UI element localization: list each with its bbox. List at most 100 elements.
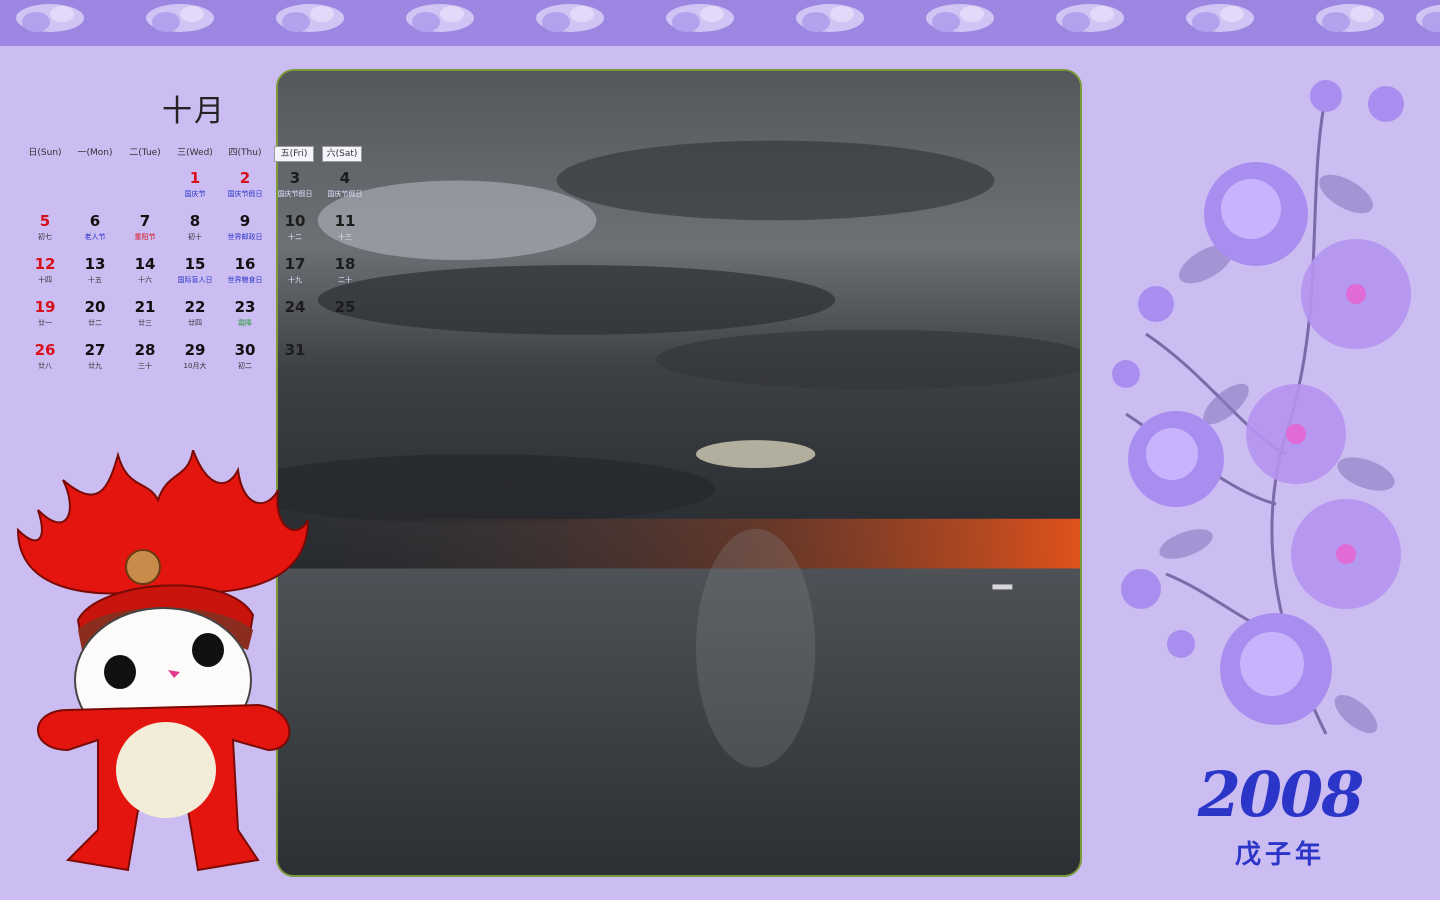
- day-number: 9: [239, 212, 251, 230]
- day-subtitle: 国际盲人日: [177, 276, 213, 284]
- day-subtitle: 初二: [238, 362, 252, 370]
- day-number: 19: [34, 298, 56, 316]
- day-number: 29: [184, 341, 206, 359]
- day-subtitle: 初十: [188, 233, 202, 241]
- day-number: 22: [184, 298, 206, 316]
- day-number: 12: [34, 255, 56, 273]
- calendar-day-cell[interactable]: 21 廿三: [120, 291, 170, 334]
- calendar-week-row: 12 十四 13 十五 14 十六 15 国际盲人日 16 世界粮食日 17 十九 18 二十: [20, 248, 370, 291]
- day-number: 3: [289, 169, 301, 187]
- day-number: 5: [39, 212, 51, 230]
- day-number: 26: [34, 341, 56, 359]
- day-number: 11: [334, 212, 356, 230]
- day-subtitle: 十五: [88, 276, 102, 284]
- calendar-day-cell[interactable]: 16 世界粮食日: [220, 248, 270, 291]
- calendar-day-cell[interactable]: 8 初十: [170, 205, 220, 248]
- calendar-day-cell[interactable]: 11 十三: [320, 205, 370, 248]
- day-number: 14: [134, 255, 156, 273]
- weekday-label: 五(Fri): [274, 146, 314, 162]
- calendar-day-cell[interactable]: 23 霜降: [220, 291, 270, 334]
- day-number: 28: [134, 341, 156, 359]
- day-subtitle: 国庆节假日: [277, 190, 313, 198]
- calendar-day-cell[interactable]: 7 重阳节: [120, 205, 170, 248]
- day-number: 8: [189, 212, 201, 230]
- calendar-week-row: 19 廿一 20 廿二 21 廿三 22 廿四 23 霜降 24 25: [20, 291, 370, 334]
- day-subtitle: 初七: [38, 233, 52, 241]
- month-title: 十月: [162, 94, 226, 129]
- day-number: 2: [239, 169, 251, 187]
- day-number: 10: [284, 212, 306, 230]
- day-number: 25: [334, 298, 356, 316]
- calendar-day-cell[interactable]: 18 二十: [320, 248, 370, 291]
- day-subtitle: 廿九: [88, 362, 102, 370]
- weekday-header: 日(Sun) 一(Mon) 二(Tue) 三(Wed) 四(Thu) 五(Fri…: [20, 146, 370, 162]
- calendar-day-cell: [20, 162, 70, 205]
- day-subtitle: 廿二: [88, 319, 102, 327]
- day-number: 27: [84, 341, 106, 359]
- weekday-label: 日(Sun): [28, 148, 62, 158]
- weekday-label: 二(Tue): [129, 148, 161, 158]
- calendar-grid: 日(Sun) 一(Mon) 二(Tue) 三(Wed) 四(Thu) 五(Fri…: [20, 146, 370, 377]
- calendar-day-cell[interactable]: 29 10月大: [170, 334, 220, 377]
- calendar-day-cell[interactable]: 19 廿一: [20, 291, 70, 334]
- calendar-day-cell: [120, 162, 170, 205]
- day-number: 15: [184, 255, 206, 273]
- calendar-day-cell[interactable]: 30 初二: [220, 334, 270, 377]
- day-number: 18: [334, 255, 356, 273]
- day-subtitle: 廿八: [38, 362, 52, 370]
- calendar-day-cell[interactable]: 22 廿四: [170, 291, 220, 334]
- calendar-day-cell[interactable]: 12 十四: [20, 248, 70, 291]
- day-subtitle: 二十: [338, 276, 352, 284]
- day-number: 24: [284, 298, 306, 316]
- calendar-day-cell[interactable]: 1 国庆节: [170, 162, 220, 205]
- calendar-day-cell[interactable]: 9 世界邮政日: [220, 205, 270, 248]
- calendar-day-cell[interactable]: 26 廿八: [20, 334, 70, 377]
- day-number: 31: [284, 341, 306, 359]
- calendar-day-cell[interactable]: 17 十九: [270, 248, 320, 291]
- day-subtitle: 三十: [138, 362, 152, 370]
- weekday-label: 一(Mon): [77, 148, 113, 158]
- calendar-body: 1 国庆节 2 国庆节假日 3 国庆节假日 4 国庆节假日 5 初七 6 老人节 7 重阳节 8 初十 9 世界邮…: [20, 162, 370, 377]
- day-number: 1: [189, 169, 201, 187]
- year-logo: 2008: [1197, 758, 1365, 831]
- day-subtitle: 国庆节: [184, 190, 206, 198]
- day-number: 7: [139, 212, 151, 230]
- calendar-day-cell[interactable]: 14 十六: [120, 248, 170, 291]
- stormy-sea-photo: [276, 69, 1082, 877]
- purple-flowers-icon: [1112, 80, 1411, 735]
- calendar-day-cell[interactable]: 24: [270, 291, 320, 334]
- day-subtitle: 世界邮政日: [227, 233, 263, 241]
- day-subtitle: 霜降: [238, 319, 252, 327]
- calendar-day-cell[interactable]: 6 老人节: [70, 205, 120, 248]
- calendar-day-cell[interactable]: 20 廿二: [70, 291, 120, 334]
- day-subtitle: 十六: [138, 276, 152, 284]
- weekday-label: 六(Sat): [322, 146, 362, 162]
- calendar-day-cell[interactable]: 25: [320, 291, 370, 334]
- calendar-day-cell[interactable]: 4 国庆节假日: [320, 162, 370, 205]
- calendar-day-cell[interactable]: 3 国庆节假日: [270, 162, 320, 205]
- day-subtitle: 十二: [288, 233, 302, 241]
- calendar-day-cell[interactable]: 5 初七: [20, 205, 70, 248]
- calendar-day-cell[interactable]: 15 国际盲人日: [170, 248, 220, 291]
- calendar-day-cell[interactable]: 10 十二: [270, 205, 320, 248]
- weekday-label: 四(Thu): [228, 148, 262, 158]
- day-number: 23: [234, 298, 256, 316]
- calendar-day-cell[interactable]: 31: [270, 334, 320, 377]
- calendar-day-cell[interactable]: 2 国庆节假日: [220, 162, 270, 205]
- day-number: 6: [89, 212, 101, 230]
- day-subtitle: 十九: [288, 276, 302, 284]
- day-number: 21: [134, 298, 156, 316]
- calendar-day-cell[interactable]: 28 三十: [120, 334, 170, 377]
- day-number: 20: [84, 298, 106, 316]
- day-subtitle: 廿三: [138, 319, 152, 327]
- fuwa-mascot-icon: [16, 450, 309, 872]
- day-subtitle: 十三: [338, 233, 352, 241]
- day-subtitle: 国庆节假日: [227, 190, 263, 198]
- calendar-day-cell[interactable]: 27 廿九: [70, 334, 120, 377]
- ganzhi-label: 戊子年: [1234, 840, 1325, 870]
- day-number: 4: [339, 169, 351, 187]
- weekday-label: 三(Wed): [177, 148, 213, 158]
- calendar-day-cell[interactable]: 13 十五: [70, 248, 120, 291]
- day-number: 30: [234, 341, 256, 359]
- calendar-week-row: 26 廿八 27 廿九 28 三十 29 10月大 30 初二 31: [20, 334, 370, 377]
